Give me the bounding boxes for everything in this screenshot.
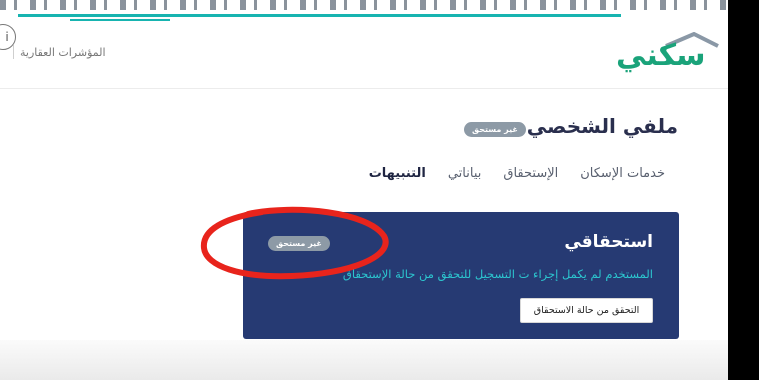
nav-divider (13, 45, 14, 59)
progress-line (18, 14, 621, 17)
eligibility-card: استحقاقي غير مستحق المستخدم لم يكمل إجرا… (243, 212, 679, 339)
progress-line-secondary (70, 19, 170, 21)
blurred-top-text (0, 0, 728, 10)
tab-housing-services[interactable]: خدمات الإسكان (580, 166, 665, 181)
profile-tabs: التنبيهات بياناتي الإستحقاق خدمات الإسكا… (369, 166, 665, 181)
nav-link-real-estate-indicators[interactable]: المؤشرات العقارية (20, 46, 106, 59)
logo-text: سكني (616, 38, 706, 73)
tab-eligibility[interactable]: الإستحقاق (503, 166, 558, 181)
eligibility-message: المستخدم لم يكمل إجراء ت التسجيل للتحقق … (342, 267, 653, 281)
tab-my-data[interactable]: بياناتي (448, 166, 482, 181)
eligibility-status-badge: غير مستحق (268, 236, 330, 251)
sakani-logo[interactable]: سكني (614, 32, 724, 73)
browser-top-strip (0, 0, 728, 22)
check-eligibility-button[interactable]: التحقق من حالة الاستحقاق (520, 298, 653, 323)
card-title: استحقاقي (564, 232, 653, 252)
bottom-fade (0, 340, 728, 380)
app-screen: i المؤشرات العقارية سكني ملفي الشخصي غير… (0, 0, 728, 380)
tab-notifications[interactable]: التنبيهات (369, 166, 426, 181)
profile-status-badge: غير مستحق (464, 122, 526, 137)
page-title: ملفي الشخصي (526, 114, 678, 138)
header-divider (0, 88, 728, 89)
